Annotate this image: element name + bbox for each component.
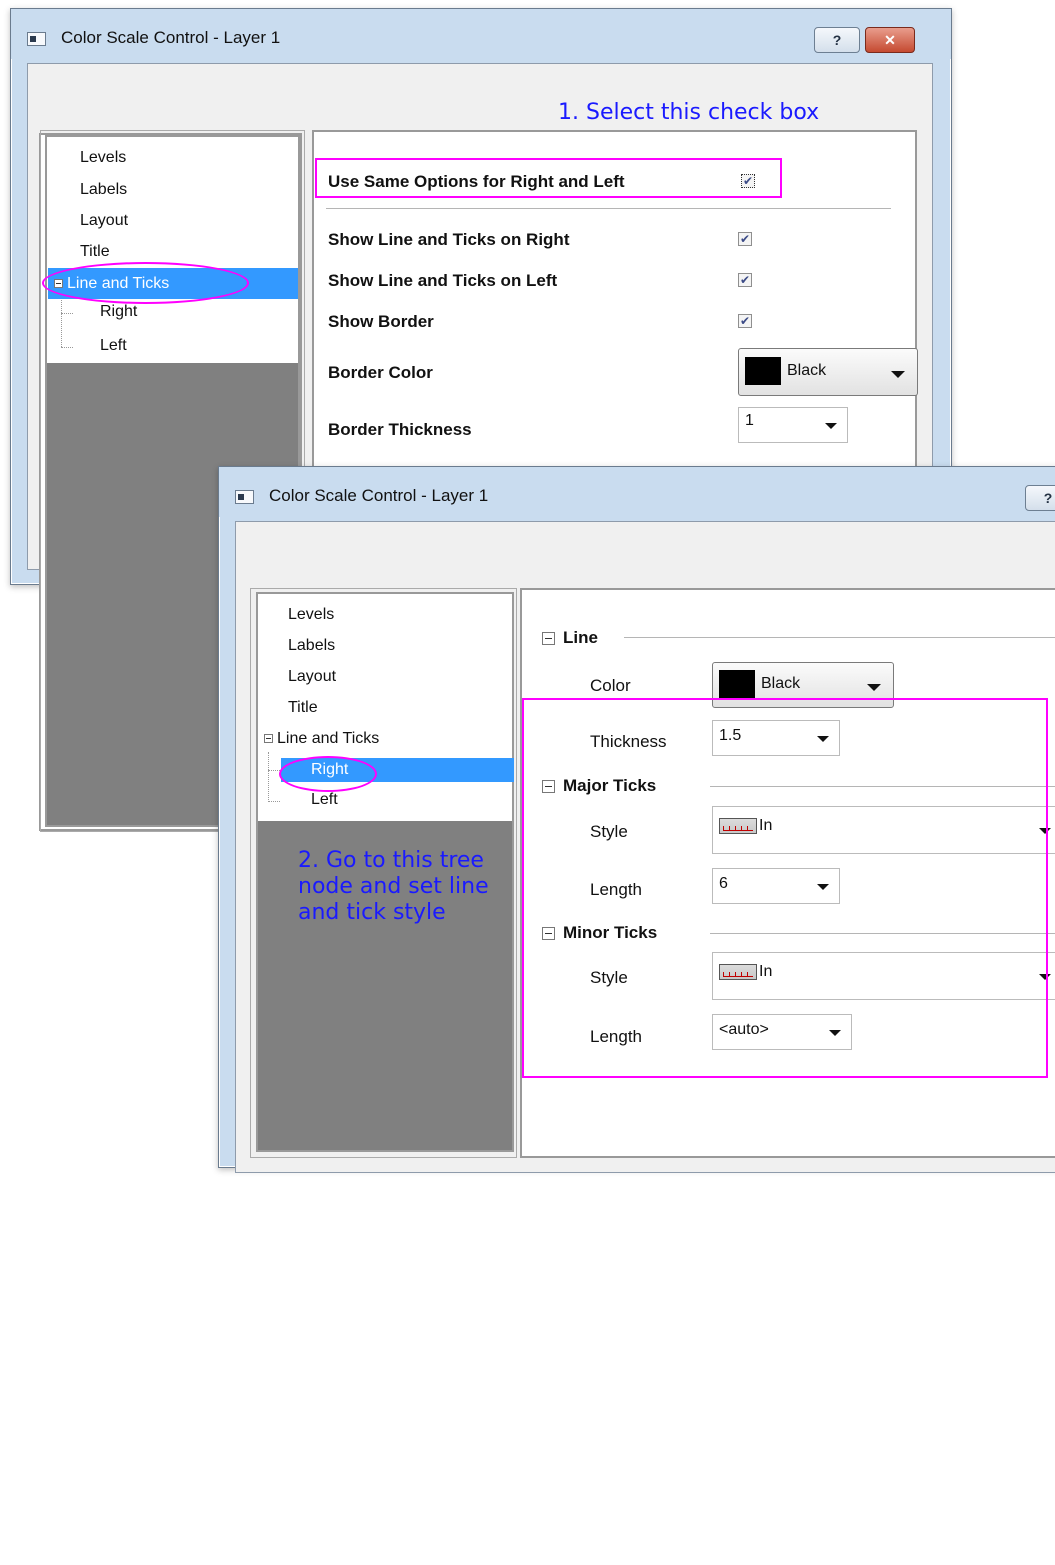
border-thickness-dropdown[interactable]: 1 [738,407,848,443]
border-thickness-label: Border Thickness [328,420,472,439]
front-tree-item-line-and-ticks[interactable]: Line and Ticks [264,730,379,748]
app-icon [27,32,46,46]
border-color-dropdown[interactable]: Black [738,348,918,396]
checkmark-icon: ✔ [739,314,751,328]
show-left-label: Show Line and Ticks on Left [328,271,558,290]
line-color-value: Black [761,675,801,692]
tree-connector [268,752,269,802]
chevron-down-icon [825,423,837,429]
show-right-checkbox[interactable]: ✔ [738,232,752,246]
front-tree-item-title[interactable]: Title [288,699,318,717]
checkmark-icon: ✔ [739,273,751,287]
highlight-right-node [279,756,377,792]
annotation-step-1: 1. Select this check box [558,100,820,125]
tree-connector [268,801,280,802]
help-button[interactable]: ? [814,27,860,53]
highlight-line-and-ticks-node [42,262,249,304]
help-button[interactable]: ? [1025,485,1055,511]
show-border-checkbox[interactable]: ✔ [738,314,752,328]
back-bottom-strip [26,845,226,1565]
chevron-down-icon [867,684,881,691]
dialog-back-titlebar[interactable]: Color Scale Control - Layer 1 ? ✕ [11,9,951,59]
line-group-header[interactable]: Line [542,628,598,648]
front-tree-item-label: Line and Ticks [277,730,380,747]
line-group-label: Line [563,628,598,647]
show-right-label: Show Line and Ticks on Right [328,230,570,249]
dialog-front-titlebar[interactable]: Color Scale Control - Layer 1 ? [219,467,1055,517]
annotation-step-2: 2. Go to this tree node and set line and… [298,848,489,925]
front-tree-item-layout[interactable]: Layout [288,668,336,686]
collapse-icon[interactable] [542,632,555,646]
front-tree-item-levels[interactable]: Levels [288,606,334,624]
separator [326,208,891,209]
border-color-value: Black [787,362,827,379]
separator [624,637,1055,638]
border-thickness-value: 1 [745,412,754,429]
color-label: Color [590,676,631,695]
show-border-label: Show Border [328,312,434,331]
dialog-front-title: Color Scale Control - Layer 1 [269,486,489,505]
app-icon [235,490,254,504]
collapse-icon[interactable] [264,734,273,744]
help-icon: ? [832,32,842,48]
checkmark-icon: ✔ [739,232,751,246]
line-color-swatch [719,670,755,698]
border-color-label: Border Color [328,363,433,382]
border-color-swatch [745,357,781,385]
close-button[interactable]: ✕ [865,27,915,53]
front-tree-item-labels[interactable]: Labels [288,637,335,655]
show-left-checkbox[interactable]: ✔ [738,273,752,287]
tree-connector [268,770,280,771]
help-icon: ? [1043,490,1053,506]
dialog-back-title: Color Scale Control - Layer 1 [61,28,281,47]
chevron-down-icon [891,371,905,378]
close-icon: ✕ [884,31,896,48]
highlight-use-same-options [315,158,782,198]
highlight-line-tick-settings [522,698,1048,1078]
front-tree-item-left[interactable]: Left [311,791,338,809]
